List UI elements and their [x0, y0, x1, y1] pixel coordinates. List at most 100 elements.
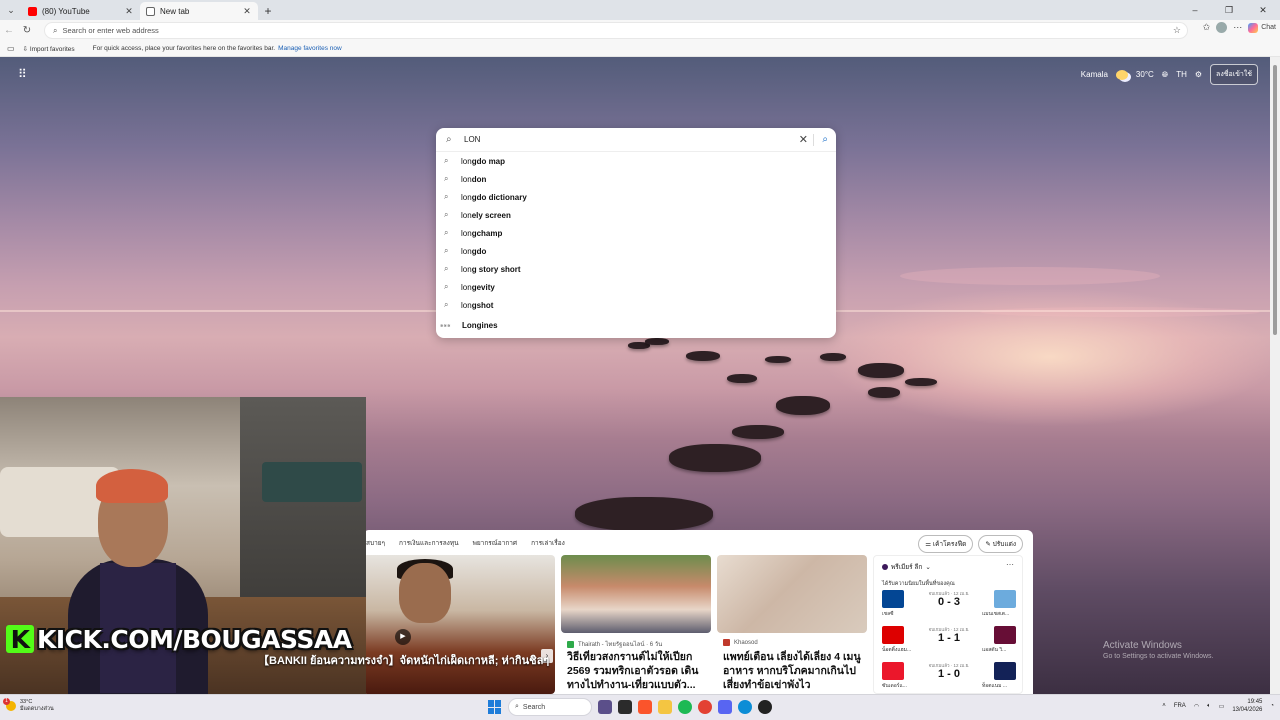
- discord-icon[interactable]: [718, 700, 732, 714]
- app-launcher-icon[interactable]: ⠿: [18, 68, 30, 80]
- address-bar[interactable]: ⌕ Search or enter web address ☆: [44, 22, 1188, 39]
- profile-avatar[interactable]: [1216, 22, 1228, 33]
- manage-favorites-link[interactable]: Manage favorites now: [278, 45, 342, 52]
- input-language[interactable]: FRA: [1174, 703, 1186, 709]
- wifi-icon[interactable]: ◠: [1194, 703, 1199, 710]
- match-row[interactable]: จบเกมแล้ว · 12 เม.ย. 1 - 0 ซันเดอร์แ... ท็อ…: [882, 662, 1016, 689]
- kick-url: KICK.COM/BOUGASSAA: [37, 624, 352, 654]
- new-tab-button[interactable]: +: [258, 2, 278, 20]
- search-icon: ⌕: [444, 282, 449, 291]
- feed-category[interactable]: การเงินและการลงทุน: [399, 538, 459, 548]
- search-icon: ⌕: [444, 174, 449, 183]
- league-header[interactable]: พรีเมียร์ ลีก ⌄: [882, 562, 931, 572]
- suggestion-item[interactable]: ⌕ lon gdo dictionary: [436, 188, 836, 206]
- more-options-icon[interactable]: ⋯: [1006, 560, 1014, 569]
- task-view-icon[interactable]: [618, 700, 632, 714]
- suggestion-typed: lon: [461, 228, 472, 238]
- news-card-image[interactable]: [717, 555, 867, 633]
- obs-icon[interactable]: [758, 700, 772, 714]
- weather-temp[interactable]: 30°C: [1136, 70, 1154, 79]
- home-team-name: เชลซี: [882, 611, 894, 617]
- stepping-stone: [776, 396, 830, 415]
- sign-in-button[interactable]: ลงชื่อเข้าใช้: [1210, 64, 1258, 85]
- chrome-icon[interactable]: [698, 700, 712, 714]
- tab-label: New tab: [160, 6, 190, 16]
- clock[interactable]: 19:45 13/04/2026: [1232, 698, 1262, 714]
- minimize-button[interactable]: –: [1178, 0, 1212, 20]
- volume-icon[interactable]: 🔈︎: [1207, 703, 1211, 710]
- feed-category[interactable]: สบายๆ: [366, 538, 385, 548]
- ntp-top-right: Kamala 30°C 🌐︎ TH ⚙ ลงชื่อเข้าใช้: [1081, 64, 1258, 85]
- news-card-title[interactable]: แพทย์เตือน เลี่ยงได้เลี่ยง 4 เมนูอาหาร ห…: [723, 650, 863, 694]
- suggestion-typed: lon: [461, 282, 472, 292]
- suggestion-item[interactable]: ⌕ lon gevity: [436, 278, 836, 296]
- favorites-icon[interactable]: ✩: [1203, 22, 1211, 33]
- suggestion-item[interactable]: ⌕ lon gdo map: [436, 152, 836, 170]
- news-card-source: Khaosod: [723, 639, 758, 646]
- back-button[interactable]: ←: [0, 25, 18, 36]
- taskbar-search[interactable]: ⌕ Search: [508, 698, 592, 716]
- globe-icon[interactable]: 🌐︎: [1162, 70, 1168, 80]
- suggestion-item[interactable]: ⌕ lon gshot: [436, 296, 836, 314]
- more-menu-icon[interactable]: ⋯: [1233, 22, 1242, 33]
- clear-search-icon[interactable]: ✕: [799, 133, 808, 146]
- stepping-stone: [732, 425, 784, 439]
- tray-overflow-icon[interactable]: ˄: [1162, 703, 1166, 709]
- scrollbar-thumb[interactable]: [1273, 65, 1277, 335]
- feed-category[interactable]: การเล่าเรื่อง: [531, 538, 565, 548]
- suggestion-item[interactable]: ⌕ lon gchamp: [436, 224, 836, 242]
- cloud: [900, 267, 1160, 285]
- close-window-button[interactable]: ✕: [1246, 0, 1280, 20]
- suggestion-item[interactable]: ⌕ lon g story short: [436, 260, 836, 278]
- tab-actions-menu[interactable]: ⌄: [0, 0, 22, 20]
- suggestion-item[interactable]: ⌕ lon don: [436, 170, 836, 188]
- suggestion-completion: don: [471, 174, 487, 184]
- close-tab-icon[interactable]: ✕: [124, 6, 134, 17]
- home-team-crest: [882, 662, 904, 680]
- news-card-title[interactable]: วิธีเที่ยวสงกรานต์ไม่ให้เปียก 2569 รวมทร…: [567, 650, 707, 694]
- battery-icon[interactable]: ▭: [1219, 703, 1225, 710]
- close-tab-icon[interactable]: ✕: [242, 6, 252, 17]
- search-icon: ⌕: [444, 192, 449, 201]
- taskbar-weather[interactable]: 1 33°C มีแดดบางส่วน: [3, 698, 54, 713]
- copilot-button[interactable]: Chat: [1248, 22, 1276, 33]
- suggestion-brand[interactable]: ≋≋≋ Longines: [436, 314, 836, 336]
- maximize-button[interactable]: ❐: [1212, 0, 1246, 20]
- page-scrollbar[interactable]: [1270, 57, 1280, 694]
- play-icon[interactable]: ▶: [395, 629, 411, 645]
- feed-layout-button[interactable]: ⚌ เค้าโครงฟีด: [918, 535, 974, 553]
- refresh-button[interactable]: ↻: [18, 25, 36, 36]
- suggestion-item[interactable]: ⌕ lon gdo: [436, 242, 836, 260]
- search-icon: ⌕: [444, 300, 449, 309]
- search-submit-icon[interactable]: ⌕: [822, 134, 828, 145]
- widgets-app-icon[interactable]: [598, 700, 612, 714]
- favorite-star-icon[interactable]: ☆: [1173, 25, 1181, 36]
- tab-new-tab[interactable]: New tab ✕: [140, 2, 258, 20]
- toolbar-tools: ✩ ⋯ Chat: [1203, 22, 1276, 33]
- source-icon: [723, 639, 730, 646]
- brave-browser-icon[interactable]: [638, 700, 652, 714]
- match-row[interactable]: จบเกมแล้ว · 12 เม.ย. 0 - 3 เชลซี แมนเชสเต..…: [882, 590, 1016, 617]
- customize-button[interactable]: ✎ ปรับแต่ง: [978, 535, 1023, 553]
- windows-start-icon[interactable]: [488, 700, 502, 714]
- news-card-image[interactable]: [561, 555, 711, 633]
- match-row[interactable]: จบเกมแล้ว · 12 เม.ย. 1 - 1 น็อตติ้งแฮม... แ…: [882, 626, 1016, 653]
- home-team-crest: [882, 590, 904, 608]
- search-input[interactable]: [464, 135, 764, 144]
- notification-badge: 1: [3, 698, 10, 705]
- notifications-icon[interactable]: ◔: [1270, 703, 1274, 709]
- video-card-title[interactable]: 【BANKII ย้อนความทรงจำ】จัดหนักไก่เผ็ดเกาห…: [258, 654, 550, 688]
- import-favorites-label: Import favorites: [29, 45, 75, 53]
- import-favorites-button[interactable]: ⇩ Import favorites: [23, 45, 75, 53]
- language-label[interactable]: TH: [1176, 70, 1187, 79]
- edge-icon[interactable]: [738, 700, 752, 714]
- weather-location[interactable]: Kamala: [1081, 70, 1108, 79]
- suggestion-list: ⌕ lon gdo map ⌕ lon don ⌕ lon gdo dictionary ⌕ lon…: [436, 152, 836, 314]
- file-explorer-icon[interactable]: [658, 700, 672, 714]
- tab-youtube[interactable]: (80) YouTube ✕: [22, 2, 140, 20]
- suggestion-typed: lon: [461, 174, 472, 184]
- settings-gear-icon[interactable]: ⚙: [1195, 70, 1202, 79]
- feed-category[interactable]: พยากรณ์อากาศ: [473, 538, 517, 548]
- suggestion-item[interactable]: ⌕ lon ely screen: [436, 206, 836, 224]
- spotify-icon[interactable]: [678, 700, 692, 714]
